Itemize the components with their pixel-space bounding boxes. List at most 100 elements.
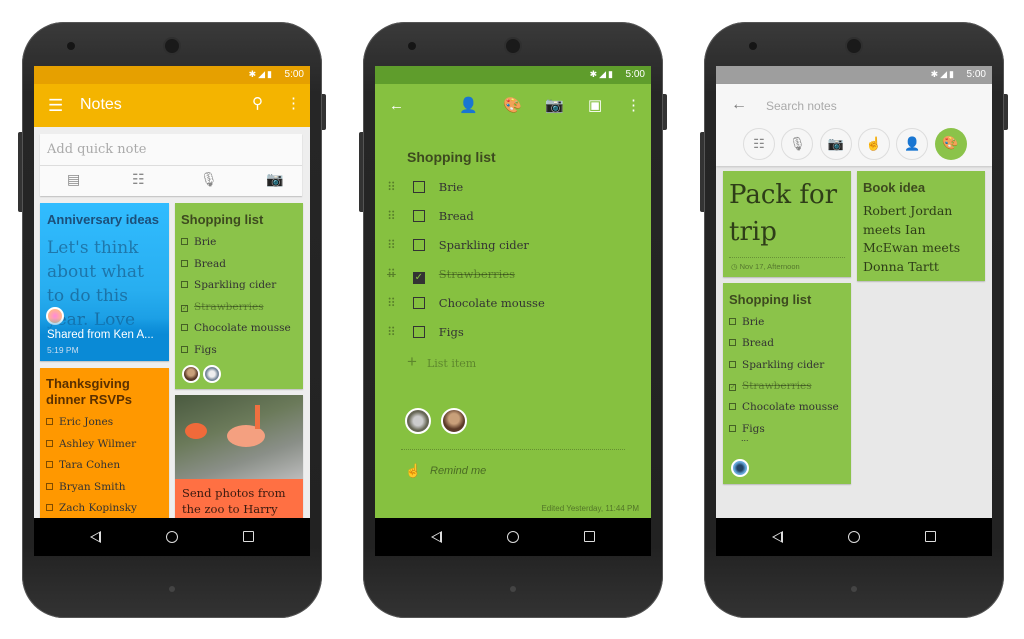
menu-icon[interactable]: ☰ bbox=[48, 97, 63, 114]
checklist-item[interactable]: Sparkling cider bbox=[729, 359, 824, 371]
checkbox[interactable] bbox=[729, 360, 736, 368]
avatar[interactable] bbox=[441, 408, 467, 434]
checkbox[interactable] bbox=[729, 339, 736, 347]
search-input[interactable]: Search notes bbox=[766, 99, 837, 113]
checklist-item[interactable]: ✓ Strawberries bbox=[181, 301, 264, 313]
checkbox-checked[interactable]: ✓ bbox=[412, 272, 425, 284]
search-icon[interactable]: ⚲ bbox=[252, 96, 263, 111]
filter-camera-button[interactable]: 📷 bbox=[819, 128, 852, 160]
checkbox[interactable] bbox=[46, 482, 53, 490]
checkbox[interactable] bbox=[181, 345, 188, 353]
checklist-item[interactable]: Tara Cohen bbox=[46, 459, 120, 471]
back-button[interactable] bbox=[772, 531, 783, 543]
home-button[interactable] bbox=[848, 531, 860, 543]
archive-icon[interactable]: ▣ bbox=[588, 98, 602, 113]
checkbox-checked[interactable]: ✓ bbox=[181, 304, 188, 312]
checklist-item[interactable]: ⠿ Sparkling cider bbox=[387, 238, 529, 252]
filter-mic-button[interactable]: 🎙 bbox=[781, 128, 814, 160]
recents-button[interactable] bbox=[584, 531, 595, 542]
checklist-item[interactable]: Eric Jones bbox=[46, 416, 113, 428]
checklist-item[interactable]: Chocolate mousse bbox=[181, 322, 291, 334]
checklist-item[interactable]: Brie bbox=[181, 236, 216, 248]
checkbox[interactable] bbox=[729, 403, 736, 411]
drag-handle-icon[interactable]: ⠿ bbox=[387, 296, 396, 310]
home-button[interactable] bbox=[166, 531, 178, 543]
note-title[interactable]: Shopping list bbox=[407, 149, 496, 165]
note-body: Send photos from the zoo to Harry bbox=[182, 486, 286, 516]
checkbox[interactable] bbox=[729, 318, 736, 325]
note-photo[interactable]: Send photos from the zoo to Harry bbox=[175, 395, 303, 525]
checklist-item[interactable]: ⠿ ✓ Strawberries bbox=[387, 267, 515, 284]
checklist-item[interactable]: ⠿ Brie bbox=[387, 180, 463, 194]
quick-note-input[interactable]: Add quick note bbox=[47, 142, 146, 157]
list-icon[interactable]: ☷ bbox=[132, 171, 145, 188]
camera-icon[interactable]: 📷 bbox=[266, 171, 283, 188]
add-item-button[interactable]: + List item bbox=[407, 352, 476, 372]
checkbox[interactable] bbox=[46, 461, 53, 468]
filter-touch-button[interactable]: ☝ bbox=[857, 128, 890, 160]
checklist-item[interactable]: ⠿ Chocolate mousse bbox=[387, 296, 545, 310]
item-text: Chocolate mousse bbox=[438, 296, 545, 310]
checkbox[interactable] bbox=[181, 324, 188, 331]
checkbox[interactable] bbox=[46, 439, 53, 447]
filter-palette-button[interactable]: 🎨 bbox=[934, 128, 967, 160]
note-shopping-list[interactable]: Shopping list Brie Bread Sparkling cider ✓ S… bbox=[175, 203, 303, 389]
checkbox-checked[interactable]: ✓ bbox=[729, 383, 736, 391]
reminder-chip[interactable]: ◷ Nov 17, Afternoon bbox=[731, 262, 800, 271]
home-button[interactable] bbox=[507, 531, 519, 543]
back-arrow-icon[interactable]: ← bbox=[389, 98, 404, 113]
checklist-item[interactable]: Sparkling cider bbox=[181, 279, 276, 291]
note-icon[interactable]: ▤ bbox=[67, 171, 80, 188]
checklist-item[interactable]: Ashley Wilmer bbox=[46, 438, 136, 450]
camera-icon[interactable]: 📷 bbox=[545, 98, 564, 113]
add-person-icon[interactable]: 👤 bbox=[459, 98, 478, 113]
note-title: Book idea bbox=[863, 180, 926, 195]
recents-button[interactable] bbox=[925, 531, 936, 542]
checklist-item[interactable]: Bread bbox=[729, 337, 774, 349]
checklist-item[interactable]: Figs bbox=[181, 344, 217, 356]
drag-handle-icon[interactable]: ⠿ bbox=[387, 180, 396, 194]
palette-icon[interactable]: 🎨 bbox=[503, 98, 522, 113]
note-book-idea[interactable]: Book idea Robert Jordan meets Ian McEwan… bbox=[857, 171, 985, 281]
note-pack-for-trip[interactable]: Pack for trip ◷ Nov 17, Afternoon bbox=[723, 171, 851, 277]
checkbox[interactable] bbox=[181, 238, 188, 245]
checkbox[interactable] bbox=[46, 418, 53, 425]
avatar[interactable] bbox=[405, 408, 431, 434]
checkbox[interactable] bbox=[46, 504, 53, 511]
drag-handle-icon[interactable]: ⠿ bbox=[387, 238, 396, 252]
checkbox[interactable] bbox=[412, 210, 425, 222]
checklist-item[interactable]: ✓ Strawberries bbox=[729, 380, 812, 392]
back-button[interactable] bbox=[431, 531, 442, 543]
checklist-item[interactable]: ⠿ Figs bbox=[387, 325, 464, 339]
drag-handle-icon[interactable]: ⠿ bbox=[387, 325, 396, 339]
drag-handle-icon[interactable]: ⠿ bbox=[387, 209, 396, 223]
checklist-item[interactable]: ⠿ Bread bbox=[387, 209, 474, 223]
back-arrow-icon[interactable]: ← bbox=[731, 96, 747, 114]
checkbox[interactable] bbox=[412, 326, 425, 338]
note-shopping-list[interactable]: Shopping list Brie Bread Sparkling cider ✓ S… bbox=[723, 283, 851, 484]
filter-person-button[interactable]: 👤 bbox=[896, 128, 929, 160]
note-anniversary[interactable]: Anniversary ideas Let's think about what… bbox=[40, 203, 169, 361]
mic-icon[interactable]: 🎙 bbox=[200, 171, 218, 188]
checkbox[interactable] bbox=[181, 281, 188, 288]
checkbox[interactable] bbox=[729, 424, 736, 432]
checklist-item[interactable]: Zach Kopinsky bbox=[46, 502, 137, 514]
phone-search: ✱◢▮ 5:00 ← Search notes ☷ 🎙 📷 ☝ 👤 🎨 Pack for t… bbox=[700, 22, 1008, 618]
filter-list-button[interactable]: ☷ bbox=[743, 128, 775, 160]
checkbox[interactable] bbox=[412, 297, 425, 309]
recents-button[interactable] bbox=[243, 531, 254, 542]
item-text: Sparkling cider bbox=[438, 238, 529, 252]
checklist-item[interactable]: Bryan Smith bbox=[46, 481, 126, 493]
drag-handle-icon[interactable]: ⠿ bbox=[387, 267, 396, 281]
checkbox[interactable] bbox=[412, 239, 425, 251]
more-icon[interactable]: ⋮ bbox=[286, 96, 301, 111]
remind-me-button[interactable]: Remind me bbox=[430, 465, 486, 477]
note-thanksgiving[interactable]: Thanksgiving dinner RSVPs Eric Jones Ashl… bbox=[40, 368, 169, 528]
more-icon[interactable]: ⋮ bbox=[626, 98, 641, 113]
checklist-item[interactable]: Brie bbox=[729, 316, 764, 328]
back-button[interactable] bbox=[90, 531, 101, 543]
checkbox[interactable] bbox=[181, 259, 188, 267]
checklist-item[interactable]: Chocolate mousse bbox=[729, 401, 839, 413]
checkbox[interactable] bbox=[412, 181, 425, 193]
checklist-item[interactable]: Bread bbox=[181, 258, 226, 270]
